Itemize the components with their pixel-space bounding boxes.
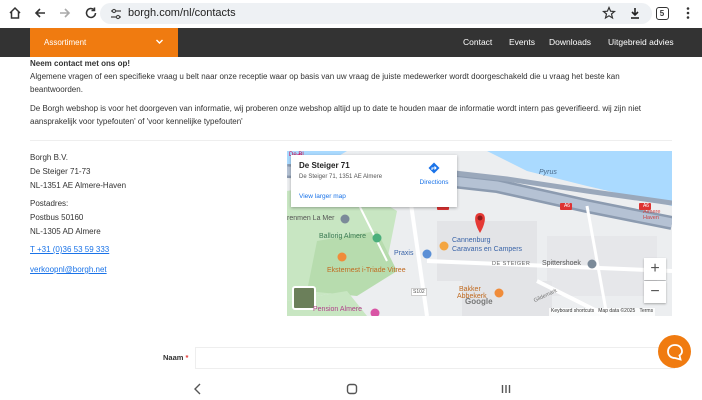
system-back-icon[interactable] (193, 382, 203, 400)
required-mark: * (185, 353, 189, 362)
map-label-pension: Pension Almere (313, 306, 363, 313)
tab-count: 5 (655, 6, 669, 20)
download-icon[interactable] (626, 4, 644, 22)
chat-widget-button[interactable] (658, 335, 691, 368)
intro-paragraph-1: Algemene vragen of een specifieke vraag … (30, 72, 620, 94)
keyboard-shortcuts-link[interactable]: Keyboard shortcuts (551, 308, 594, 314)
map-label-praxis: Praxis (394, 250, 414, 257)
map-label-caravans: Caravans en Campers (452, 246, 523, 253)
directions-label: Directions (419, 179, 449, 186)
system-navigation-bar (0, 378, 702, 400)
map-label-eksternest: Eksternest i-Triade Vitree (327, 267, 406, 274)
section-divider (30, 140, 672, 141)
place-address: De Steiger 71, 1351 AE Almere (299, 174, 383, 180)
site-navbar: Assortiment Contact Events Downloads Uit… (0, 28, 702, 57)
map-data-credit: Map data ©2025 (598, 308, 636, 314)
view-larger-map-link[interactable]: View larger map (299, 193, 346, 200)
zoom-out-button[interactable]: − (644, 281, 666, 303)
directions-icon (428, 162, 440, 174)
postal-city: NL-1305 AD Almere (30, 227, 101, 236)
name-field-label: Naam * (163, 353, 188, 362)
name-label-text: Naam (163, 353, 184, 362)
system-home-icon[interactable] (346, 382, 358, 400)
url-text: borgh.com/nl/contacts (128, 7, 236, 19)
bookmark-star-icon[interactable] (600, 4, 618, 22)
postal-label: Postadres: (30, 199, 69, 208)
map-label-a6-2: A6 (563, 203, 571, 209)
assortment-dropdown[interactable]: Assortiment (30, 28, 178, 57)
map-label-s102: S102 (411, 288, 427, 296)
city-address: NL-1351 AE Almere-Haven (30, 181, 127, 190)
map-place-card: De Steiger 71 De Steiger 71, 1351 AE Alm… (291, 155, 457, 207)
map-label-spittershoek: Spittershoek (542, 260, 581, 267)
map-label-la-mer: renmen La Mer (287, 215, 335, 222)
map-label-ballorig: Ballorig Almere (319, 233, 367, 240)
home-icon[interactable] (6, 4, 24, 22)
nav-link-events[interactable]: Events (509, 37, 535, 47)
map-label-pyrus: Pyrus (539, 169, 557, 176)
nav-link-advice[interactable]: Uitgebreid advies (608, 37, 674, 47)
email-link[interactable]: verkoopnl@borgh.net (30, 265, 107, 274)
tabs-icon[interactable]: 5 (653, 4, 671, 22)
site-settings-icon[interactable] (110, 7, 122, 25)
forward-icon[interactable] (56, 4, 74, 22)
nav-link-downloads[interactable]: Downloads (549, 37, 591, 47)
map-label-almere-haven: Almere Haven (643, 209, 661, 221)
chevron-down-icon (155, 37, 164, 48)
reload-icon[interactable] (82, 4, 100, 22)
map-label-bakker: Bakker (459, 286, 481, 293)
map-label-cannenburg: Cannenburg (452, 237, 491, 244)
system-recents-icon[interactable] (500, 382, 512, 400)
intro-section: Neem contact met ons op! Algemene vragen… (30, 57, 670, 128)
street-address: De Steiger 71-73 (30, 167, 91, 176)
map-footer: Keyboard shortcuts Map data ©2025 Terms (549, 308, 656, 316)
map-label-de-steiger: DE STEIGER (492, 261, 531, 267)
chat-bubble-icon (666, 343, 683, 361)
zoom-in-button[interactable]: + (644, 258, 666, 280)
directions-button[interactable]: Directions (416, 161, 452, 186)
browser-toolbar: borgh.com/nl/contacts 5 (0, 0, 702, 28)
name-input[interactable] (195, 347, 675, 369)
place-title: De Steiger 71 (299, 161, 350, 170)
assortment-label: Assortiment (44, 38, 87, 47)
google-logo: Google (465, 297, 493, 306)
intro-paragraph-2: De Borgh webshop is voor het doorgeven v… (30, 104, 642, 126)
back-icon[interactable] (31, 4, 49, 22)
menu-icon[interactable] (679, 4, 697, 22)
company-name: Borgh B.V. (30, 153, 68, 162)
intro-heading: Neem contact met ons op! (30, 59, 131, 68)
postbus: Postbus 50160 (30, 213, 84, 222)
phone-link[interactable]: T +31 (0)36 53 59 333 (30, 245, 109, 254)
address-bar[interactable]: borgh.com/nl/contacts (100, 3, 652, 24)
map-terms-link[interactable]: Terms (639, 308, 653, 314)
nav-link-contact[interactable]: Contact (463, 37, 492, 47)
